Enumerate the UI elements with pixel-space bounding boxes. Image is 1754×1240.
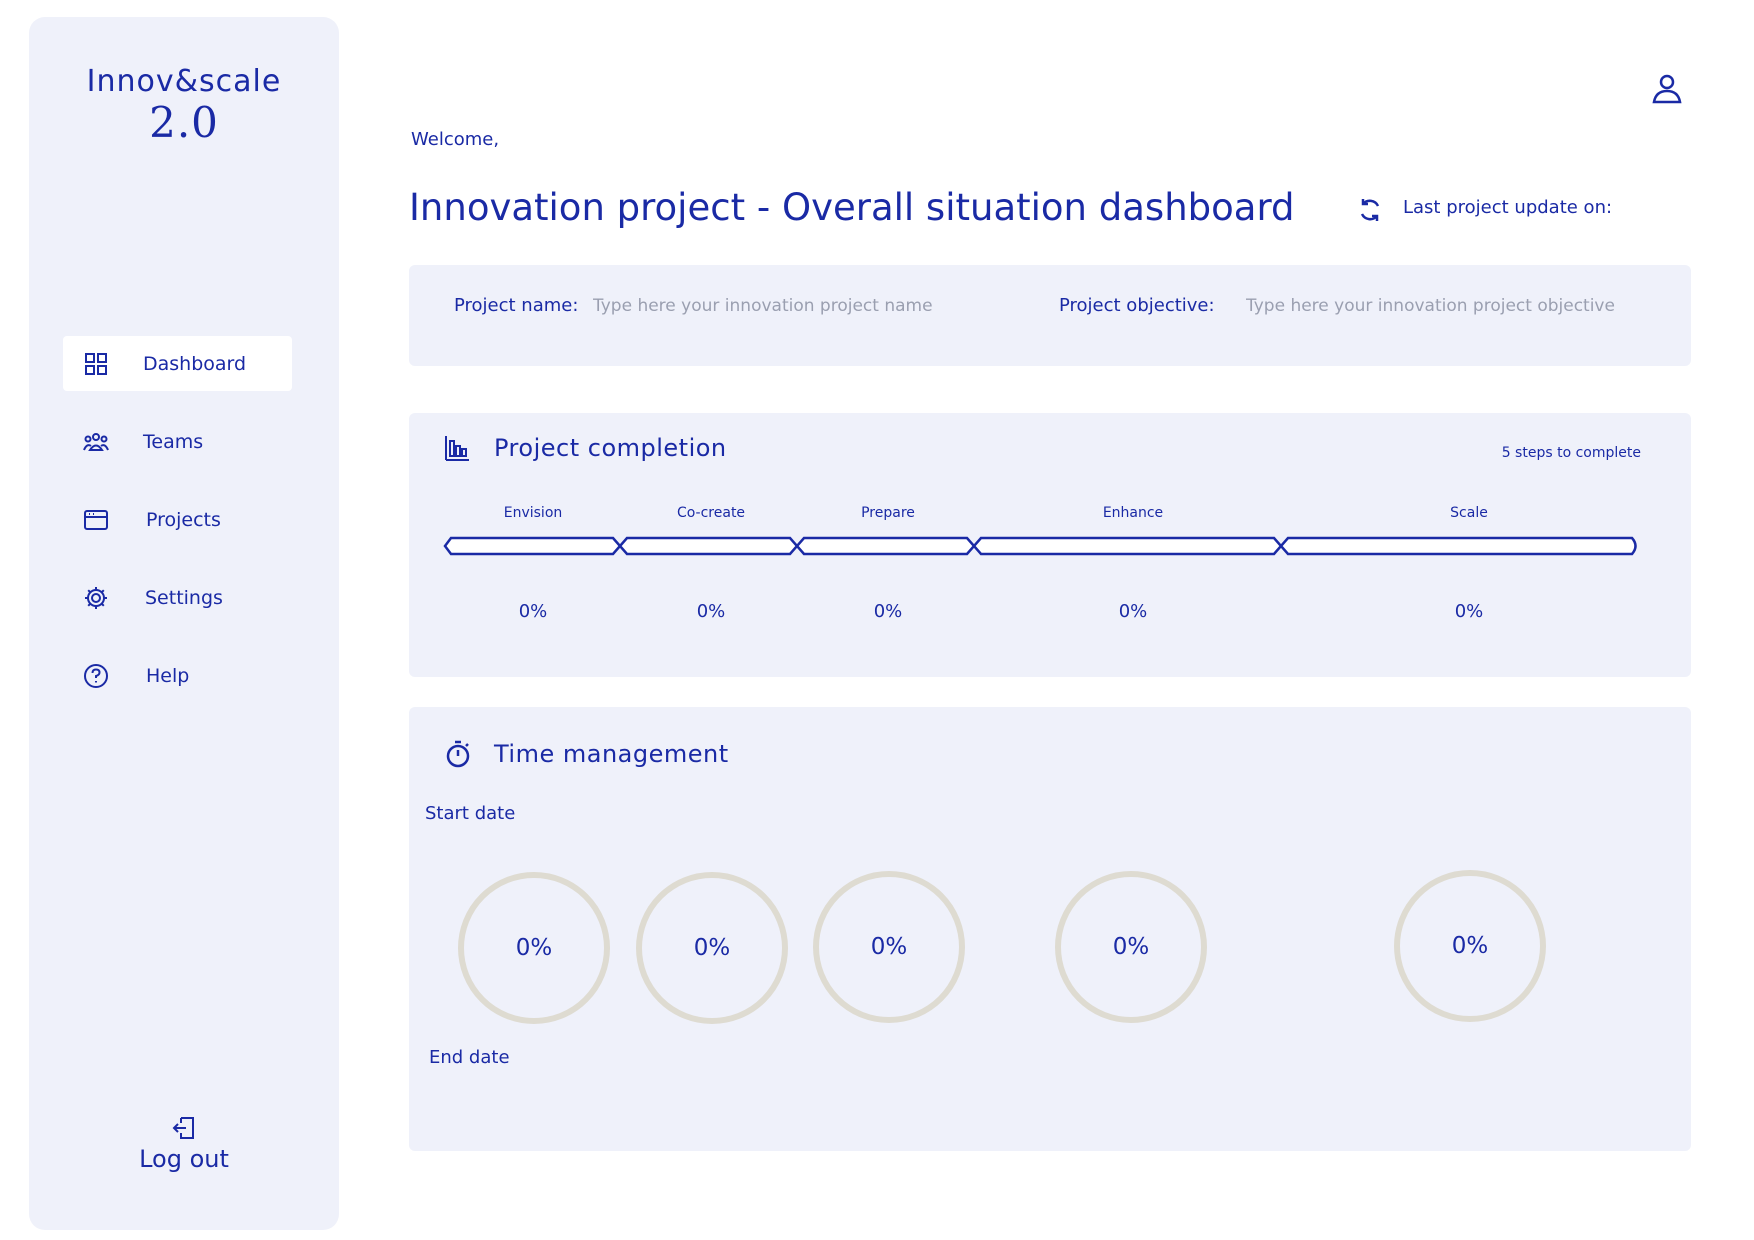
time-ring-enhance: 0% (1055, 871, 1207, 1023)
user-profile-icon[interactable] (1650, 72, 1684, 106)
progress-segment-co-create (618, 536, 799, 556)
project-info-panel: Project name: Project objective: (409, 265, 1691, 366)
time-ring-envision: 0% (458, 872, 610, 1024)
page: Innov&scale 2.0 Dashboard Teams Projects… (0, 0, 1754, 1240)
step-percent-co-create: 0% (696, 601, 726, 622)
time-management-panel: Time management Start date 0% 0% 0% 0% 0… (409, 707, 1691, 1151)
ring-percent: 0% (1451, 933, 1489, 959)
sidebar-item-dashboard[interactable]: Dashboard (63, 336, 292, 391)
step-percent-scale: 0% (1454, 601, 1484, 622)
sidebar-item-label: Settings (145, 586, 223, 609)
sidebar-item-label: Help (146, 664, 190, 687)
ring-percent: 0% (870, 934, 908, 960)
sync-icon[interactable] (1355, 195, 1385, 225)
question-circle-icon (83, 663, 109, 689)
sidebar-item-label: Projects (146, 508, 221, 531)
sidebar-item-teams[interactable]: Teams (63, 414, 292, 469)
sidebar-item-help[interactable]: Help (63, 648, 292, 703)
brand-name: Innov&scale (86, 64, 282, 99)
progress-segment-prepare (795, 536, 976, 556)
step-percent-prepare: 0% (873, 601, 903, 622)
brand-logo: Innov&scale 2.0 (29, 64, 339, 146)
logout-label: Log out (139, 1145, 229, 1173)
step-label-enhance: Enhance (1102, 505, 1164, 521)
grid-icon (83, 351, 109, 377)
page-title: Innovation project - Overall situation d… (409, 186, 1295, 229)
ring-percent: 0% (515, 935, 553, 961)
progress-segment-envision (443, 536, 622, 556)
people-icon (83, 429, 109, 455)
time-ring-scale: 0% (1394, 870, 1546, 1022)
project-completion-panel: Project completion 5 steps to complete E… (409, 413, 1691, 677)
stopwatch-icon (445, 740, 471, 770)
progress-segment-scale (1279, 536, 1637, 556)
step-label-prepare: Prepare (861, 505, 915, 521)
completion-progress-bar (443, 536, 1637, 556)
sidebar-item-projects[interactable]: Projects (63, 492, 292, 547)
ring-percent: 0% (693, 935, 731, 961)
time-ring-co-create: 0% (636, 872, 788, 1024)
time-ring-prepare: 0% (813, 871, 965, 1023)
step-label-envision: Envision (503, 505, 563, 521)
end-date-label: End date (429, 1047, 510, 1068)
gear-icon (83, 585, 109, 611)
step-percent-enhance: 0% (1118, 601, 1148, 622)
steps-note: 5 steps to complete (1501, 445, 1641, 461)
ring-percent: 0% (1112, 934, 1150, 960)
completion-heading: Project completion (494, 434, 727, 462)
project-name-label: Project name: (454, 295, 579, 316)
project-objective-input[interactable] (1246, 291, 1676, 321)
project-objective-label: Project objective: (1059, 295, 1215, 316)
step-label-co-create: Co-create (676, 505, 746, 521)
last-update-label: Last project update on: (1403, 197, 1613, 218)
start-date-label: Start date (425, 803, 516, 824)
step-label-scale: Scale (1450, 505, 1488, 521)
logout-icon (171, 1115, 197, 1141)
sidebar-item-label: Teams (143, 430, 204, 453)
sidebar-item-settings[interactable]: Settings (63, 570, 292, 625)
time-management-heading: Time management (494, 740, 729, 768)
brand-version: 2.0 (149, 98, 219, 147)
welcome-text: Welcome, (411, 129, 500, 150)
sidebar-item-label: Dashboard (143, 352, 247, 375)
browser-window-icon (83, 507, 109, 533)
bar-chart-icon (445, 435, 471, 465)
logout-button[interactable]: Log out (29, 1115, 339, 1173)
sidebar: Innov&scale 2.0 Dashboard Teams Projects… (29, 17, 339, 1230)
step-percent-envision: 0% (518, 601, 548, 622)
progress-segment-enhance (972, 536, 1283, 556)
project-name-input[interactable] (593, 291, 1013, 321)
